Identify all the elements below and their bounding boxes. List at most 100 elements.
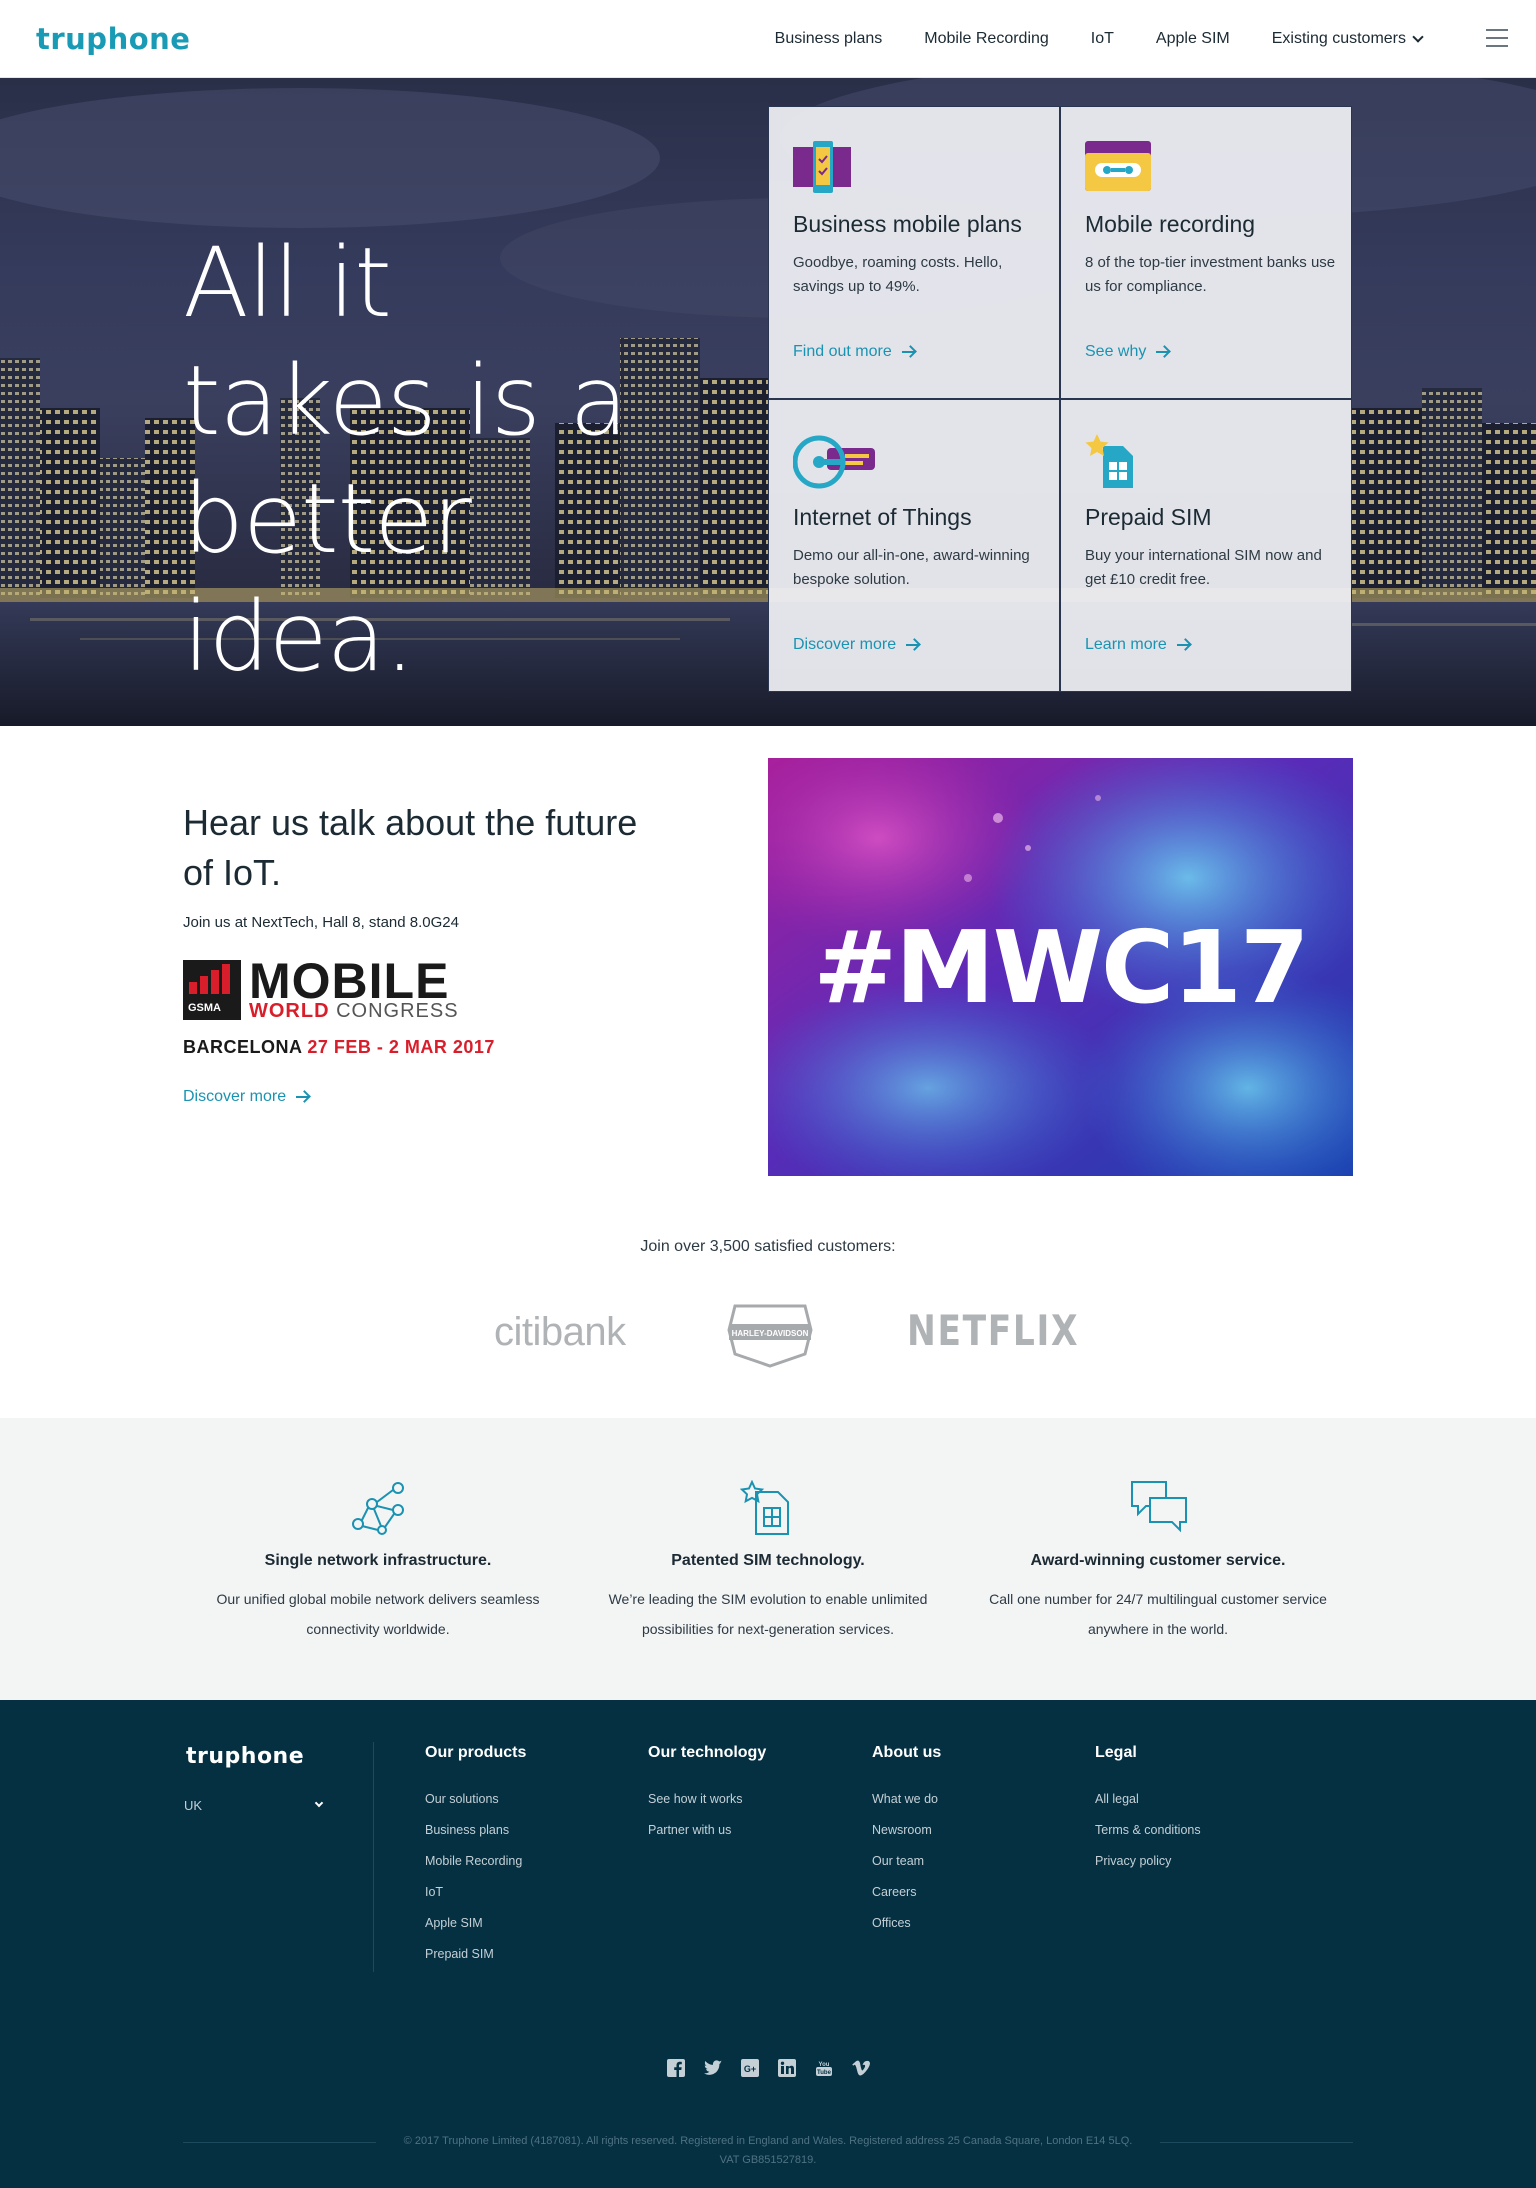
features-section: Single network infrastructure. Our unifi… bbox=[0, 1418, 1536, 1700]
arrow-right-icon bbox=[1176, 639, 1191, 651]
event-location-dates: BARCELONA 27 FEB - 2 MAR 2017 bbox=[183, 1037, 495, 1058]
nav-mobile-recording[interactable]: Mobile Recording bbox=[924, 30, 1049, 48]
gsma-label: GSMA bbox=[188, 1002, 221, 1014]
chevron-down-icon bbox=[1412, 30, 1424, 43]
feature-title: Award-winning customer service. bbox=[1030, 1552, 1286, 1569]
footer-rule-right bbox=[1160, 2142, 1353, 2143]
sim-star-icon bbox=[740, 1480, 789, 1535]
link-label: See why bbox=[1085, 343, 1147, 360]
footer-link[interactable]: Partner with us bbox=[648, 1823, 766, 1854]
mwc17-image[interactable]: #MWC17 bbox=[768, 758, 1353, 1176]
truphone-logo[interactable]: truphone bbox=[36, 22, 190, 56]
footer-link[interactable]: Apple SIM bbox=[425, 1916, 526, 1947]
congress-label: CONGRESS bbox=[336, 1000, 459, 1022]
footer-link[interactable]: Newsroom bbox=[872, 1823, 941, 1854]
country-label: UK bbox=[184, 1798, 203, 1813]
country-selector[interactable]: UK bbox=[184, 1798, 326, 1813]
chat-bubbles-icon bbox=[1131, 1481, 1187, 1533]
card-title: Mobile recording bbox=[1085, 211, 1256, 237]
product-cards: Business mobile plans Goodbye, roaming c… bbox=[768, 106, 1352, 692]
harley-label: HARLEY-DAVIDSON bbox=[732, 1329, 809, 1338]
svg-text:G+: G+ bbox=[743, 2064, 755, 2074]
card-title: Internet of Things bbox=[793, 504, 972, 530]
mobile-world-congress-logo: GSMA MOBILE WORLD CONGRESS bbox=[183, 953, 483, 1024]
card-business-mobile-plans[interactable]: Business mobile plans Goodbye, roaming c… bbox=[768, 106, 1060, 399]
footer-link[interactable]: Terms & conditions bbox=[1095, 1823, 1201, 1854]
footer-link[interactable]: Careers bbox=[872, 1885, 941, 1916]
iot-gauge-icon bbox=[793, 435, 875, 489]
linkedin-icon[interactable] bbox=[777, 2058, 797, 2078]
footer-link[interactable]: All legal bbox=[1095, 1792, 1201, 1823]
google-plus-icon[interactable]: G+ bbox=[740, 2058, 760, 2078]
event-heading: Hear us talk about the future of IoT. bbox=[183, 802, 638, 893]
twitter-icon[interactable] bbox=[703, 2058, 723, 2078]
chevron-down-icon bbox=[314, 1798, 324, 1808]
link-label: Find out more bbox=[793, 343, 892, 360]
network-nodes-icon bbox=[352, 1482, 404, 1535]
footer-column-heading: Our products bbox=[425, 1744, 527, 1761]
footer-logo[interactable]: truphone bbox=[186, 1744, 304, 1769]
footer-column-legal: Legal All legal Terms & conditions Priva… bbox=[1095, 1744, 1201, 1885]
site-header: truphone Business plans Mobile Recording… bbox=[0, 0, 1536, 78]
feature-description: Call one number for 24/7 multilingual cu… bbox=[989, 1591, 1327, 1637]
footer-link[interactable]: Business plans bbox=[425, 1823, 526, 1854]
hero-title: All it takes is a better idea. bbox=[183, 227, 628, 693]
gsma-badge: GSMA bbox=[183, 960, 241, 1020]
card-internet-of-things[interactable]: Internet of Things Demo our all-in-one, … bbox=[768, 399, 1060, 692]
discover-more-link[interactable]: Discover more bbox=[793, 636, 920, 654]
main-nav: Business plans Mobile Recording IoT Appl… bbox=[775, 0, 1424, 78]
card-prepaid-sim[interactable]: Prepaid SIM Buy your international SIM n… bbox=[1060, 399, 1352, 692]
footer-link[interactable]: What we do bbox=[872, 1792, 941, 1823]
nav-iot[interactable]: IoT bbox=[1091, 30, 1114, 48]
copyright-text: © 2017 Truphone Limited (4187081). All r… bbox=[403, 2135, 1133, 2166]
nav-label: Business plans bbox=[774, 30, 883, 47]
footer-link[interactable]: See how it works bbox=[648, 1792, 766, 1823]
footer-link[interactable]: IoT bbox=[425, 1885, 526, 1916]
feature-description: We’re leading the SIM evolution to enabl… bbox=[608, 1591, 928, 1637]
footer-link[interactable]: Privacy policy bbox=[1095, 1854, 1201, 1885]
mwc-subwordmark: WORLD CONGRESS bbox=[249, 1000, 459, 1023]
youtube-icon[interactable]: You Tube bbox=[814, 2058, 834, 2078]
footer-link[interactable]: Mobile Recording bbox=[425, 1854, 526, 1885]
feature-title: Patented SIM technology. bbox=[671, 1552, 865, 1569]
footer-column-heading: About us bbox=[872, 1744, 942, 1761]
nav-label: Apple SIM bbox=[1155, 30, 1230, 47]
hamburger-menu-icon[interactable] bbox=[1486, 29, 1508, 47]
card-mobile-recording[interactable]: Mobile recording 8 of the top-tier inves… bbox=[1060, 106, 1352, 399]
nav-label: IoT bbox=[1090, 30, 1114, 47]
phone-check-icon bbox=[793, 141, 851, 193]
card-description: Demo our all-in-one, award-winning bespo… bbox=[793, 547, 1030, 588]
world-label: WORLD bbox=[249, 1000, 330, 1022]
find-out-more-link[interactable]: Find out more bbox=[793, 343, 916, 361]
footer-link[interactable]: Our team bbox=[872, 1854, 941, 1885]
link-label: Learn more bbox=[1085, 636, 1167, 653]
footer-column-products: Our products Our solutions Business plan… bbox=[425, 1744, 526, 1978]
facebook-icon[interactable] bbox=[666, 2058, 686, 2078]
nav-label: Existing customers bbox=[1271, 30, 1406, 47]
event-city: BARCELONA bbox=[183, 1037, 302, 1057]
feature-title: Single network infrastructure. bbox=[264, 1552, 492, 1569]
card-description: Goodbye, roaming costs. Hello, savings u… bbox=[793, 254, 1003, 295]
card-title: Business mobile plans bbox=[793, 211, 1022, 237]
footer-divider bbox=[373, 1742, 374, 1972]
harley-davidson-logo: HARLEY-DAVIDSON bbox=[727, 1304, 813, 1368]
learn-more-link[interactable]: Learn more bbox=[1085, 636, 1191, 654]
vimeo-icon[interactable] bbox=[851, 2058, 871, 2078]
footer-column-heading: Our technology bbox=[648, 1744, 767, 1761]
event-subtitle: Join us at NextTech, Hall 8, stand 8.0G2… bbox=[183, 914, 459, 931]
mwc17-hashtag: #MWC17 bbox=[813, 908, 1309, 1026]
nav-business-plans[interactable]: Business plans bbox=[775, 30, 883, 48]
nav-existing-customers[interactable]: Existing customers bbox=[1271, 30, 1424, 48]
card-title: Prepaid SIM bbox=[1085, 504, 1212, 530]
svg-text:Tube: Tube bbox=[817, 2070, 832, 2076]
customers-title: Join over 3,500 satisfied customers: bbox=[640, 1238, 896, 1255]
link-label: Discover more bbox=[793, 636, 897, 653]
event-discover-more-link[interactable]: Discover more bbox=[183, 1088, 310, 1106]
footer-link[interactable]: Prepaid SIM bbox=[425, 1947, 526, 1978]
footer-column-technology: Our technology See how it works Partner … bbox=[648, 1744, 766, 1854]
footer-link[interactable]: Our solutions bbox=[425, 1792, 526, 1823]
footer-link[interactable]: Offices bbox=[872, 1916, 941, 1947]
arrow-right-icon bbox=[296, 1091, 310, 1103]
nav-apple-sim[interactable]: Apple SIM bbox=[1156, 30, 1230, 48]
see-why-link[interactable]: See why bbox=[1085, 343, 1170, 361]
